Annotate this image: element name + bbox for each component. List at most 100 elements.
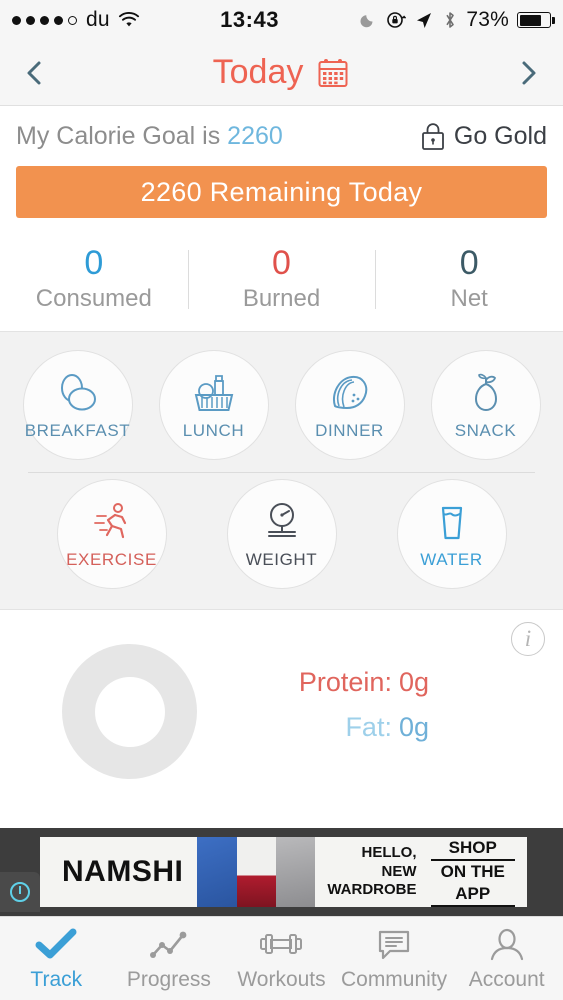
info-icon[interactable]: i bbox=[511, 622, 545, 657]
ad-cta-line1: SHOP bbox=[430, 837, 515, 861]
snack-label: SNACK bbox=[454, 420, 517, 440]
calorie-goal-value: 2260 bbox=[227, 121, 283, 150]
checkmark-icon bbox=[35, 925, 77, 965]
calorie-stats-row: 0 Consumed 0 Burned 0 Net bbox=[0, 234, 563, 332]
location-arrow-icon bbox=[417, 13, 432, 28]
battery-icon bbox=[517, 12, 555, 28]
tab-track-label: Track bbox=[30, 968, 83, 991]
donut-chart-icon bbox=[62, 644, 197, 780]
date-navigation-bar: Today bbox=[0, 40, 563, 106]
tab-workouts[interactable]: Workouts bbox=[225, 925, 338, 992]
macro-protein-value: 0g bbox=[398, 666, 429, 697]
ad-content[interactable]: NAMSHI HELLO, NEW WARDROBE SHOP ON THE A… bbox=[40, 837, 527, 907]
chevron-right-icon[interactable] bbox=[515, 60, 541, 86]
weight-scale-icon bbox=[259, 499, 305, 545]
lunch-label: LUNCH bbox=[182, 420, 245, 440]
quick-add-section: BREAKFAST LUNCH DINNER SNACK EXERCISE WE… bbox=[0, 331, 563, 611]
chevron-left-icon[interactable] bbox=[22, 60, 48, 86]
stat-net-label: Net bbox=[450, 285, 488, 313]
moon-icon bbox=[360, 15, 373, 28]
ad-headline-line3: WARDROBE bbox=[327, 881, 417, 899]
stat-net[interactable]: 0 Net bbox=[375, 244, 563, 313]
add-snack-button[interactable]: SNACK bbox=[430, 350, 541, 461]
add-weight-button[interactable]: WEIGHT bbox=[226, 479, 337, 590]
breakfast-label: BREAKFAST bbox=[24, 420, 131, 440]
status-bar-right: 73% bbox=[358, 8, 555, 32]
stat-burned-label: Burned bbox=[242, 285, 321, 313]
macro-fat-label: Fat: bbox=[345, 711, 392, 742]
pear-icon bbox=[463, 370, 509, 416]
tab-progress-label: Progress bbox=[126, 968, 211, 991]
tab-community-label: Community bbox=[340, 968, 448, 991]
calendar-icon[interactable] bbox=[316, 56, 350, 90]
stat-net-value: 0 bbox=[459, 244, 479, 282]
taco-icon bbox=[325, 370, 375, 416]
lock-icon bbox=[421, 123, 444, 150]
tab-progress[interactable]: Progress bbox=[113, 925, 226, 992]
goal-row: My Calorie Goal is 2260 Go Gold bbox=[16, 120, 547, 152]
dinner-label: DINNER bbox=[315, 420, 384, 440]
grocery-basket-icon bbox=[189, 370, 239, 416]
stat-burned-value: 0 bbox=[272, 244, 291, 282]
ad-headline-line2: NEW bbox=[381, 862, 417, 880]
eggs-icon bbox=[53, 370, 103, 416]
rotation-lock-icon bbox=[387, 12, 407, 28]
weight-label: WEIGHT bbox=[245, 549, 318, 569]
carrier-label: du bbox=[86, 8, 110, 31]
macros-section: i Protein: 0g Fat: 0g bbox=[0, 610, 563, 828]
calorie-goal-text[interactable]: My Calorie Goal is 2260 bbox=[16, 122, 283, 151]
person-icon bbox=[486, 925, 528, 965]
signal-strength-icon bbox=[12, 15, 77, 25]
tab-track[interactable]: Track bbox=[0, 925, 113, 992]
dumbbell-icon bbox=[258, 925, 304, 965]
ad-cta-button[interactable]: SHOP ON THE APP bbox=[417, 837, 527, 907]
activity-buttons-row: EXERCISE WEIGHT WATER bbox=[0, 473, 563, 599]
tab-account-label: Account bbox=[468, 968, 545, 991]
speech-bubble-icon bbox=[373, 925, 415, 965]
status-bar-left: du bbox=[12, 8, 141, 32]
status-bar: du 13:43 73% bbox=[0, 0, 563, 40]
calorie-goal-prefix: My Calorie Goal is bbox=[16, 121, 228, 150]
page-title[interactable]: Today bbox=[213, 53, 351, 92]
ad-banner[interactable]: NAMSHI HELLO, NEW WARDROBE SHOP ON THE A… bbox=[0, 828, 563, 916]
ad-headline-line1: HELLO, bbox=[361, 843, 417, 861]
app-screen: du 13:43 73% Today My Calorie Goal is 22… bbox=[0, 0, 563, 1000]
macro-protein: Protein: 0g bbox=[207, 667, 429, 698]
add-breakfast-button[interactable]: BREAKFAST bbox=[22, 350, 133, 461]
tab-workouts-label: Workouts bbox=[237, 968, 326, 991]
exercise-label: EXERCISE bbox=[66, 549, 157, 569]
calories-remaining-banner[interactable]: 2260 Remaining Today bbox=[16, 166, 547, 218]
stat-consumed[interactable]: 0 Consumed bbox=[0, 244, 188, 313]
stat-consumed-label: Consumed bbox=[35, 285, 152, 313]
water-label: WATER bbox=[420, 549, 483, 569]
macro-fat: Fat: 0g bbox=[207, 712, 429, 743]
go-gold-label: Go Gold bbox=[453, 121, 547, 150]
meal-buttons-row: BREAKFAST LUNCH DINNER SNACK bbox=[0, 344, 563, 470]
battery-percent-label: 73% bbox=[466, 8, 509, 31]
stat-burned[interactable]: 0 Burned bbox=[187, 244, 376, 313]
go-gold-button[interactable]: Go Gold bbox=[419, 120, 547, 152]
add-dinner-button[interactable]: DINNER bbox=[294, 350, 405, 461]
page-title-label: Today bbox=[212, 53, 304, 91]
ad-cta-line2: ON THE APP bbox=[430, 861, 515, 907]
ad-info-icon[interactable] bbox=[0, 872, 40, 912]
tab-account[interactable]: Account bbox=[450, 925, 563, 992]
add-exercise-button[interactable]: EXERCISE bbox=[56, 479, 167, 590]
water-glass-icon bbox=[430, 499, 474, 545]
macro-fat-value: 0g bbox=[398, 711, 429, 742]
macro-chart-row: Protein: 0g Fat: 0g bbox=[16, 622, 547, 780]
add-water-button[interactable]: WATER bbox=[396, 479, 507, 590]
stat-consumed-value: 0 bbox=[84, 244, 104, 282]
running-person-icon bbox=[89, 499, 135, 545]
clock: 13:43 bbox=[220, 7, 279, 32]
ad-image bbox=[197, 837, 316, 907]
macro-protein-label: Protein: bbox=[298, 666, 392, 697]
bluetooth-icon bbox=[446, 12, 455, 28]
calorie-goal-section: My Calorie Goal is 2260 Go Gold 2260 Rem… bbox=[0, 106, 563, 234]
tab-community[interactable]: Community bbox=[338, 925, 451, 992]
wifi-icon bbox=[118, 12, 139, 27]
bottom-tab-bar: Track Progress Workouts Community Accoun… bbox=[0, 916, 563, 1000]
macro-legend: Protein: 0g Fat: 0g bbox=[207, 667, 547, 757]
ad-headline: HELLO, NEW WARDROBE bbox=[315, 844, 416, 900]
add-lunch-button[interactable]: LUNCH bbox=[158, 350, 269, 461]
